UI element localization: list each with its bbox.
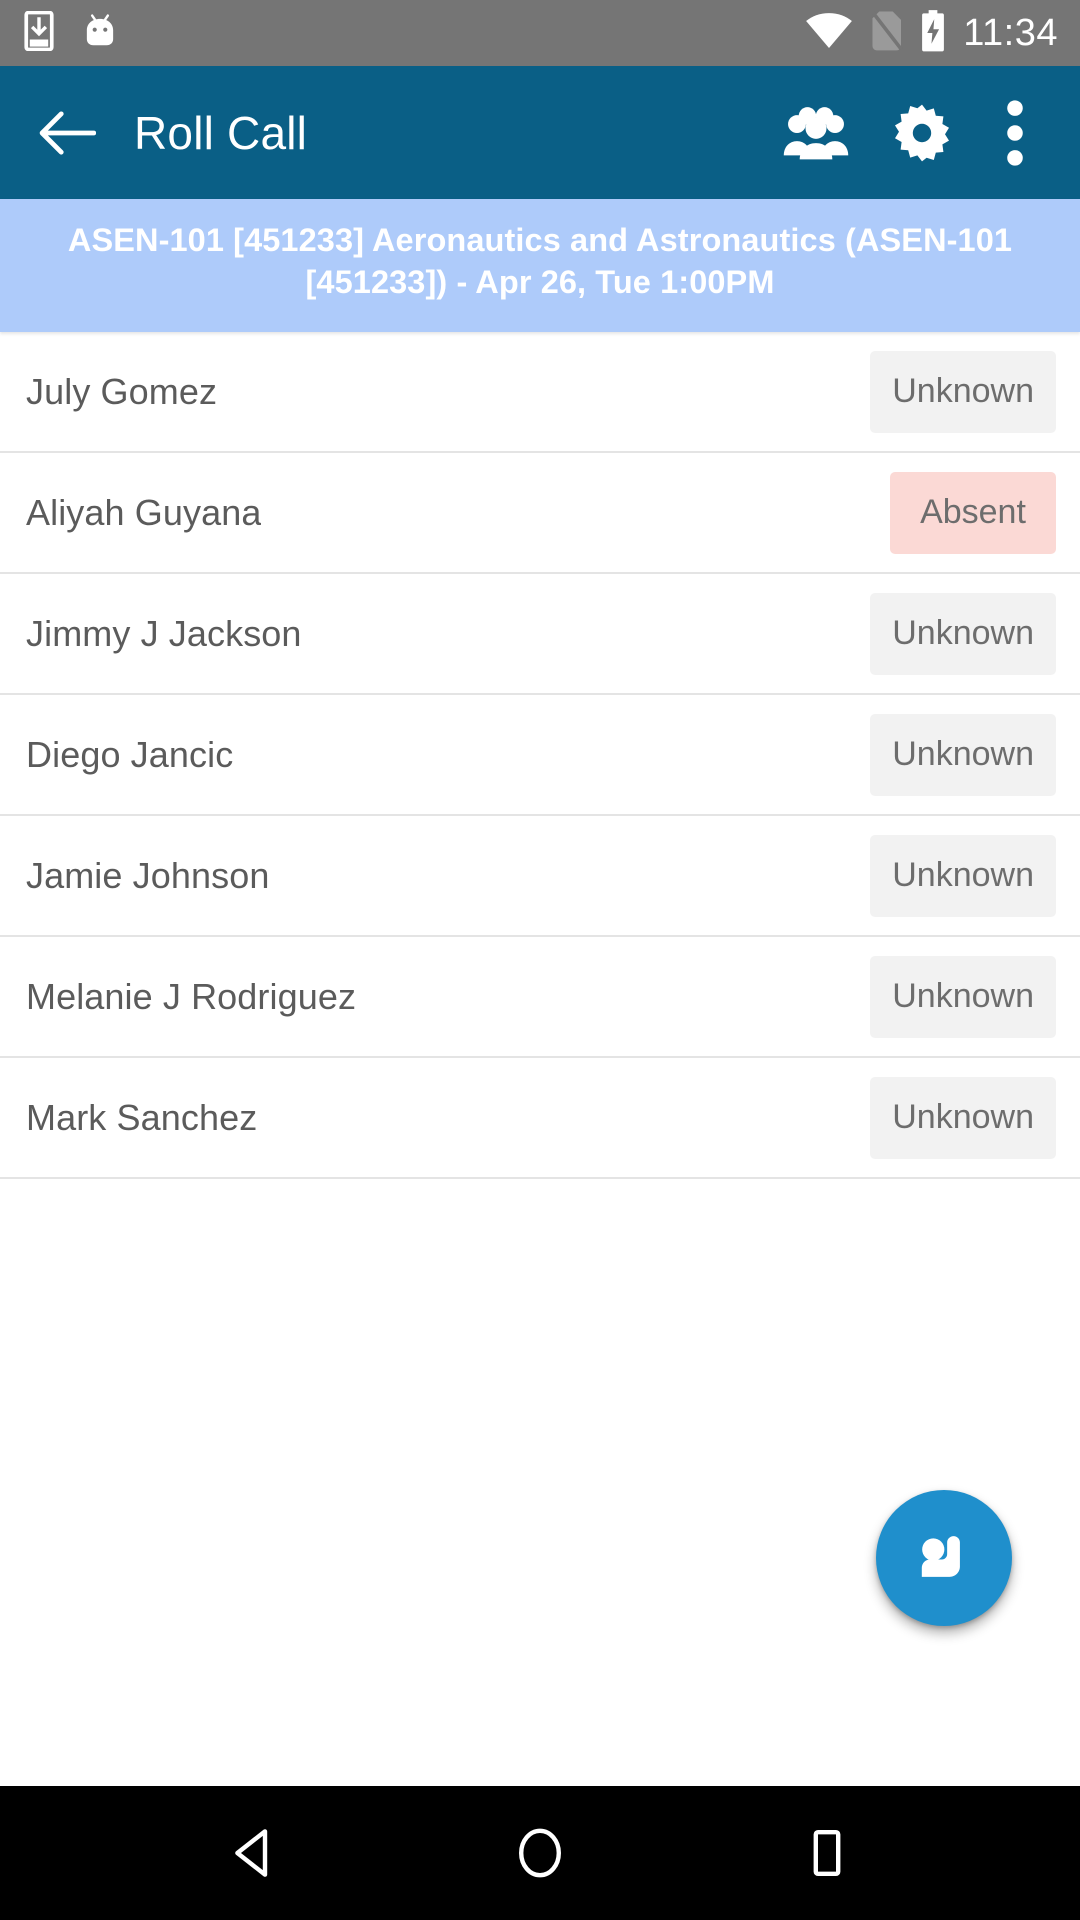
table-row[interactable]: Diego Jancic Unknown [0, 695, 1080, 816]
table-row[interactable]: Jamie Johnson Unknown [0, 816, 1080, 937]
app-bar: Roll Call [0, 66, 1080, 199]
wifi-icon [805, 12, 853, 55]
table-row[interactable]: Aliyah Guyana Absent [0, 453, 1080, 574]
status-badge[interactable]: Unknown [870, 713, 1056, 796]
group-icon[interactable] [780, 97, 852, 169]
back-button[interactable] [30, 96, 104, 170]
student-name: Melanie J Rodriguez [26, 975, 357, 1017]
status-badge[interactable]: Unknown [870, 350, 1056, 433]
student-name: Diego Jancic [26, 733, 234, 775]
table-row[interactable]: Jimmy J Jackson Unknown [0, 574, 1080, 695]
table-row[interactable]: July Gomez Unknown [0, 332, 1080, 453]
android-mascot-icon [80, 11, 120, 56]
status-badge[interactable]: Unknown [870, 834, 1056, 917]
status-bar: 11:34 [0, 0, 1080, 66]
table-row[interactable]: Melanie J Rodriguez Unknown [0, 937, 1080, 1058]
course-banner-text: ASEN-101 [451233] Aeronautics and Astron… [67, 221, 1013, 300]
status-bar-clock: 11:34 [963, 12, 1058, 54]
status-badge[interactable]: Unknown [870, 955, 1056, 1038]
gear-icon[interactable] [886, 97, 958, 169]
student-name: Mark Sanchez [26, 1096, 258, 1138]
raise-hand-icon [921, 1536, 960, 1577]
status-badge[interactable]: Unknown [870, 1076, 1056, 1159]
status-badge[interactable]: Absent [890, 471, 1056, 554]
app-bar-actions [780, 97, 1050, 169]
table-row[interactable]: Mark Sanchez Unknown [0, 1058, 1080, 1179]
system-navigation-bar [0, 1786, 1080, 1920]
student-name: July Gomez [26, 370, 218, 412]
app-screen: 11:34 Roll Call ASEN-101 [451233] Aerona… [0, 0, 1080, 1920]
take-attendance-fab[interactable] [876, 1490, 1012, 1626]
battery-charging-icon [919, 9, 947, 58]
download-to-phone-icon [22, 10, 56, 56]
page-title: Roll Call [134, 106, 308, 159]
nav-back-icon[interactable] [198, 1798, 308, 1908]
status-badge[interactable]: Unknown [870, 592, 1056, 675]
status-bar-system-icons: 11:34 [805, 9, 1058, 58]
overflow-menu-icon[interactable] [992, 97, 1038, 169]
status-bar-notifications [22, 10, 120, 56]
course-banner: ASEN-101 [451233] Aeronautics and Astron… [0, 199, 1080, 332]
student-name: Jimmy J Jackson [26, 612, 302, 654]
student-name: Aliyah Guyana [26, 491, 262, 533]
nav-recents-icon[interactable] [772, 1798, 882, 1908]
student-name: Jamie Johnson [26, 854, 270, 896]
nav-home-icon[interactable] [485, 1798, 595, 1908]
no-sim-icon [869, 10, 903, 57]
